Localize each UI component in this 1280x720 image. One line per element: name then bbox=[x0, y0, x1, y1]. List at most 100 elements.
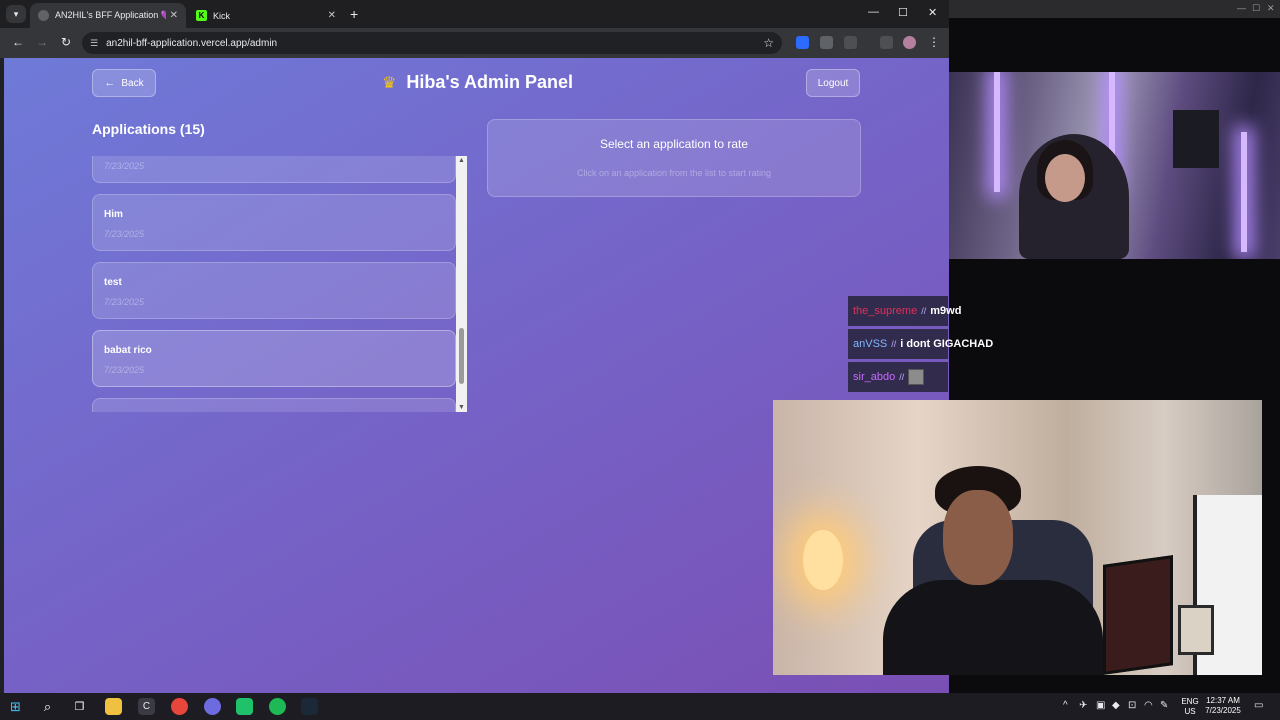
chat-text: m9wd bbox=[930, 305, 962, 317]
tray-icon[interactable]: ◆ bbox=[1112, 700, 1120, 711]
maximize-icon[interactable]: ☐ bbox=[1252, 3, 1260, 14]
maximize-icon[interactable]: ☐ bbox=[898, 6, 908, 19]
app-icon[interactable] bbox=[236, 698, 253, 715]
led-light bbox=[994, 72, 1000, 192]
page-title-text: Hiba's Admin Panel bbox=[406, 72, 573, 92]
wifi-icon[interactable]: ◠ bbox=[1144, 700, 1153, 711]
spotify-icon[interactable] bbox=[269, 698, 286, 715]
back-label: Back bbox=[121, 77, 144, 89]
url-text: an2hil-bff-application.vercel.app/admin bbox=[106, 37, 278, 49]
picture-frame-shape bbox=[1178, 605, 1214, 655]
picture-frame-shape bbox=[1103, 555, 1173, 675]
steam-icon[interactable] bbox=[301, 698, 318, 715]
rating-panel: Select an application to rate Click on a… bbox=[487, 119, 861, 197]
extension-icon[interactable] bbox=[820, 36, 833, 49]
chat-separator-icon: // bbox=[921, 306, 927, 316]
application-name: test bbox=[104, 277, 122, 288]
applications-heading: Applications (15) bbox=[92, 121, 205, 137]
browser-toolbar: ← → ↻ ☰ an2hil-bff-application.vercel.ap… bbox=[0, 28, 949, 58]
chrome-icon[interactable] bbox=[171, 698, 188, 715]
application-name: Him bbox=[104, 209, 123, 220]
clock[interactable]: 12:37 AM 7/23/2025 bbox=[1200, 696, 1246, 716]
notification-icon[interactable]: ▭ bbox=[1254, 700, 1263, 711]
close-tab-icon[interactable]: ✕ bbox=[328, 10, 336, 21]
bookmark-star-icon[interactable]: ☆ bbox=[763, 36, 774, 50]
back-arrow-icon[interactable]: ← bbox=[10, 35, 26, 49]
close-tab-icon[interactable]: ✕ bbox=[170, 10, 178, 21]
address-bar[interactable]: ☰ an2hil-bff-application.vercel.app/admi… bbox=[82, 32, 782, 54]
reload-icon[interactable]: ↻ bbox=[58, 35, 74, 49]
emote-image bbox=[908, 369, 925, 385]
chevron-up-icon[interactable]: ^ bbox=[1063, 700, 1068, 711]
application-name: babat rico bbox=[104, 345, 152, 356]
chat-separator-icon: // bbox=[891, 339, 897, 349]
application-card[interactable]: Him 7/23/2025 bbox=[92, 194, 456, 251]
application-card[interactable]: babat rico 7/23/2025 bbox=[92, 330, 456, 387]
page-title: ♛ Hiba's Admin Panel bbox=[382, 72, 573, 93]
application-date: 7/23/2025 bbox=[104, 161, 145, 171]
tab-title: Kick bbox=[213, 10, 231, 21]
profile-avatar[interactable] bbox=[903, 36, 916, 49]
head-shape bbox=[943, 490, 1013, 585]
rating-panel-heading: Select an application to rate bbox=[599, 137, 749, 151]
lamp-shape bbox=[803, 530, 843, 590]
new-tab-button[interactable]: + bbox=[350, 6, 358, 22]
file-explorer-icon[interactable] bbox=[105, 698, 122, 715]
extension-icon[interactable] bbox=[796, 36, 809, 49]
task-view-icon[interactable]: ❐ bbox=[71, 698, 88, 715]
minimize-icon[interactable]: — bbox=[868, 6, 879, 18]
close-window-icon[interactable]: ✕ bbox=[928, 6, 937, 19]
list-scrollbar[interactable]: ▲ ▼ bbox=[456, 156, 467, 412]
application-card[interactable]: test 7/23/2025 bbox=[92, 262, 456, 319]
clock-date: 7/23/2025 bbox=[1205, 706, 1241, 715]
application-card[interactable] bbox=[92, 398, 456, 412]
app-icon[interactable]: C bbox=[138, 698, 155, 715]
media-control-icon[interactable] bbox=[880, 36, 893, 49]
application-date: 7/23/2025 bbox=[104, 365, 145, 375]
tab-bff-application[interactable]: AN2HIL's BFF Application 💜 ✕ bbox=[30, 3, 186, 28]
application-date: 7/23/2025 bbox=[104, 229, 145, 239]
tray-icon[interactable]: ✈ bbox=[1079, 700, 1087, 711]
tray-icon[interactable]: ✎ bbox=[1160, 700, 1168, 711]
browser-menu-icon[interactable]: ⋮ bbox=[926, 35, 942, 49]
tab-title: AN2HIL's BFF Application 💜 bbox=[55, 10, 166, 20]
chat-message: anVSS // i dont GIGACHAD bbox=[848, 329, 993, 359]
minimize-icon[interactable]: — bbox=[1237, 3, 1246, 13]
tv-shape bbox=[1173, 110, 1219, 168]
applications-list[interactable]: 7/23/2025 Him 7/23/2025 test 7/23/2025 b… bbox=[92, 156, 467, 412]
tab-bar: ▾ AN2HIL's BFF Application 💜 ✕ K Kick ✕ … bbox=[0, 0, 949, 28]
language-code: ENG bbox=[1181, 697, 1199, 706]
tray-icon[interactable]: ▣ bbox=[1096, 700, 1105, 711]
extensions-puzzle-icon[interactable] bbox=[844, 36, 857, 49]
led-light bbox=[1241, 132, 1247, 252]
close-window-icon[interactable]: ✕ bbox=[1267, 3, 1275, 14]
back-button[interactable]: ← Back bbox=[92, 69, 156, 97]
tab-search-button[interactable]: ▾ bbox=[6, 5, 26, 23]
globe-icon bbox=[38, 10, 49, 21]
scrollbar-thumb[interactable] bbox=[459, 328, 464, 384]
scroll-down-icon[interactable]: ▼ bbox=[458, 404, 465, 411]
chat-username: anVSS bbox=[853, 338, 888, 350]
clock-time: 12:37 AM bbox=[1206, 696, 1240, 705]
application-date: 7/23/2025 bbox=[104, 297, 145, 307]
webcam-feed-streamer bbox=[773, 400, 1262, 675]
kick-icon: K bbox=[196, 10, 207, 21]
logout-label: Logout bbox=[817, 77, 849, 89]
logout-button[interactable]: Logout bbox=[806, 69, 860, 97]
face-shape bbox=[1045, 154, 1085, 202]
chat-separator-icon: // bbox=[899, 372, 905, 382]
tray-icon[interactable]: ⊡ bbox=[1128, 700, 1136, 711]
scroll-up-icon[interactable]: ▲ bbox=[458, 157, 465, 164]
windows-start-icon[interactable]: ⊞ bbox=[7, 698, 24, 715]
app-icon[interactable] bbox=[204, 698, 221, 715]
tab-kick[interactable]: K Kick ✕ bbox=[188, 3, 344, 28]
language-indicator[interactable]: ENG US bbox=[1178, 697, 1202, 717]
forward-arrow-icon[interactable]: → bbox=[34, 35, 50, 49]
application-card[interactable]: 7/23/2025 bbox=[92, 156, 456, 183]
site-info-icon[interactable]: ☰ bbox=[90, 38, 98, 49]
arrow-left-icon: ← bbox=[104, 77, 116, 89]
chat-username: the_supreme bbox=[853, 305, 918, 317]
rating-panel-subtext: Click on an application from the list to… bbox=[576, 168, 772, 178]
chat-message: the_supreme // m9wd bbox=[848, 296, 961, 326]
search-icon[interactable]: ⌕ bbox=[39, 698, 56, 715]
